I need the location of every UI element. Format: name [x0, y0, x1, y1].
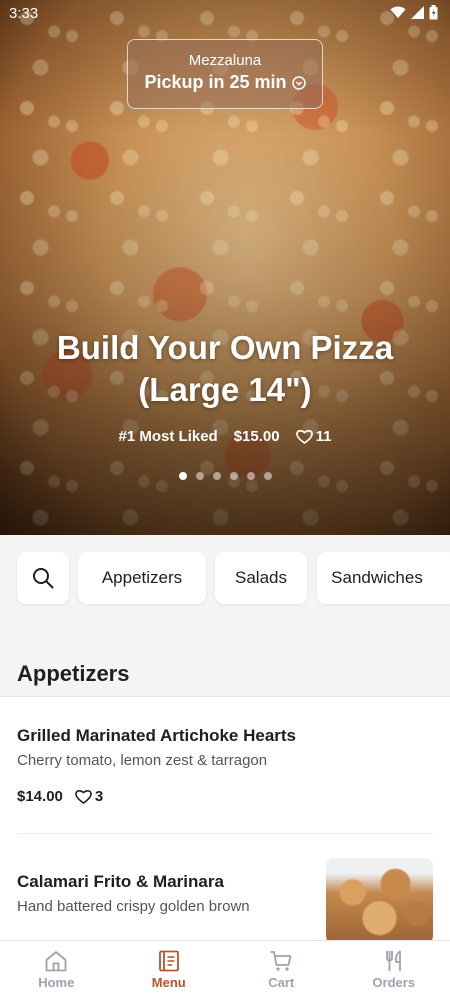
carousel-dot[interactable]: [195, 472, 204, 480]
nav-cart[interactable]: Cart: [225, 941, 338, 1000]
featured-likes-count: 11: [315, 428, 332, 445]
nav-home[interactable]: Home: [0, 941, 113, 1000]
carousel-dot[interactable]: [246, 472, 255, 480]
heart-icon: [75, 789, 92, 804]
menu-item-artichoke-hearts[interactable]: Grilled Marinated Artichoke Hearts Cherr…: [0, 697, 450, 834]
section-header: Appetizers: [0, 625, 450, 697]
category-chip-appetizers[interactable]: Appetizers: [78, 552, 206, 604]
home-icon: [45, 951, 67, 972]
search-icon: [33, 568, 54, 589]
featured-item-meta: #1 Most Liked $15.00 11: [0, 428, 450, 445]
featured-item-title[interactable]: Build Your Own Pizza (Large 14"): [0, 327, 450, 411]
carousel-indicator[interactable]: [0, 472, 450, 480]
cart-icon: [270, 951, 292, 971]
featured-likes: 11: [295, 428, 332, 445]
section-title: Appetizers: [17, 661, 130, 686]
nav-orders-label: Orders: [372, 975, 416, 990]
battery-icon: [429, 5, 438, 20]
nav-menu[interactable]: Menu: [113, 941, 226, 1000]
chevron-down-circle-icon: [291, 75, 306, 90]
featured-price: $15.00: [233, 428, 280, 445]
carousel-dot[interactable]: [212, 472, 221, 480]
restaurant-pickup-selector[interactable]: Mezzaluna Pickup in 25 min: [127, 39, 323, 109]
signal-icon: [411, 6, 424, 19]
featured-rank: #1 Most Liked: [118, 428, 218, 445]
search-button[interactable]: [17, 552, 69, 604]
item-likes: 3: [75, 788, 103, 805]
heart-icon: [295, 429, 313, 444]
status-bar: 3:33: [0, 0, 450, 28]
pickup-time-row: Pickup in 25 min: [128, 72, 322, 93]
category-chip-salads[interactable]: Salads: [215, 552, 307, 604]
category-chip-sandwiches[interactable]: Sandwiches: [317, 552, 450, 604]
pickup-time-label: Pickup in 25 min: [144, 72, 287, 92]
fork-knife-icon: [385, 950, 401, 972]
status-icons: [390, 5, 438, 20]
category-bar: Appetizers Salads Sandwiches: [0, 535, 450, 625]
menu-book-icon: [158, 950, 179, 972]
restaurant-name: Mezzaluna: [188, 52, 262, 69]
featured-title-line-2: (Large 14"): [138, 371, 312, 408]
carousel-dot[interactable]: [263, 472, 272, 480]
nav-menu-label: Menu: [151, 975, 186, 990]
item-name: Grilled Marinated Artichoke Hearts: [17, 726, 297, 745]
item-photo: [326, 858, 433, 940]
item-price: $14.00: [17, 788, 63, 805]
menu-list: Grilled Marinated Artichoke Hearts Cherr…: [0, 697, 450, 940]
item-description: Cherry tomato, lemon zest & tarragon: [17, 752, 268, 769]
item-price-row: $14.00 3: [17, 788, 103, 805]
nav-cart-label: Cart: [268, 975, 295, 990]
carousel-dot[interactable]: [229, 472, 238, 480]
bottom-navigation: Home Menu Cart Orders: [0, 940, 450, 1000]
item-likes-count: 3: [94, 788, 104, 805]
featured-title-line-1: Build Your Own Pizza: [56, 329, 394, 366]
nav-orders[interactable]: Orders: [338, 941, 450, 1000]
menu-item-calamari[interactable]: Calamari Frito & Marinara Hand battered …: [0, 834, 450, 940]
item-name: Calamari Frito & Marinara: [17, 872, 224, 891]
wifi-icon: [390, 6, 406, 18]
nav-home-label: Home: [38, 975, 75, 990]
status-time: 3:33: [9, 5, 39, 22]
item-description: Hand battered crispy golden brown: [17, 898, 250, 915]
carousel-dot[interactable]: [178, 472, 187, 480]
